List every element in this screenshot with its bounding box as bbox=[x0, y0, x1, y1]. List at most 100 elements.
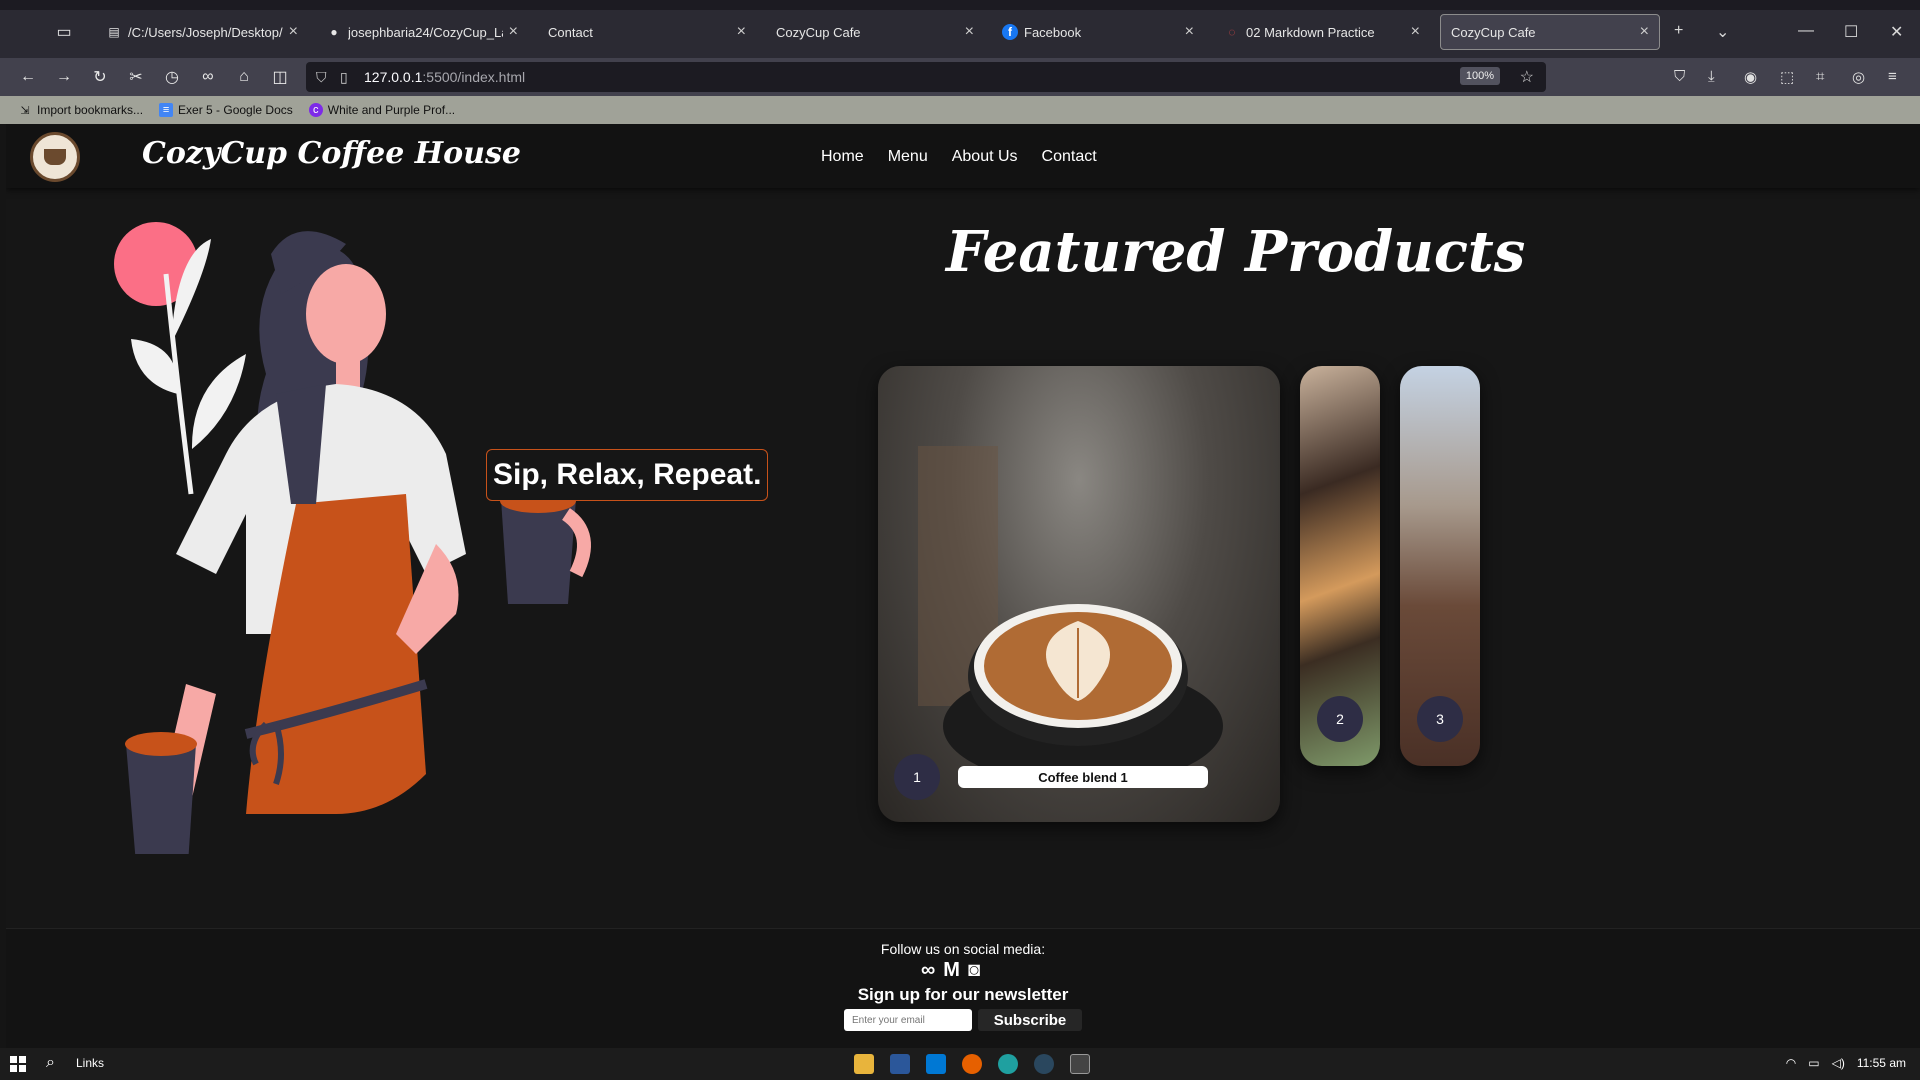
bookmark-docs[interactable]: ≡ Exer 5 - Google Docs bbox=[159, 103, 293, 117]
nav-about-us[interactable]: About Us bbox=[952, 148, 1018, 166]
card-number-badge: 3 bbox=[1417, 696, 1463, 742]
url-path: :5500/index.html bbox=[422, 69, 526, 85]
card-label: Coffee blend 1 bbox=[958, 766, 1208, 788]
tab-cozycup-active[interactable]: CozyCup Cafe × bbox=[1440, 14, 1660, 50]
tab-markdown[interactable]: ◌ 02 Markdown Practice × bbox=[1214, 14, 1430, 50]
menu-icon[interactable]: ≡ bbox=[1888, 68, 1897, 85]
shield-icon: ⛉ bbox=[316, 68, 327, 85]
close-icon[interactable]: × bbox=[1411, 23, 1420, 41]
barista-illustration bbox=[114, 222, 591, 854]
bookmark-star-icon[interactable]: ☆ bbox=[1520, 67, 1534, 87]
import-icon: ⇲ bbox=[20, 104, 30, 117]
meta-icon[interactable]: ∞ bbox=[921, 959, 935, 982]
tab-contact[interactable]: Contact × bbox=[538, 14, 756, 50]
page-icon: ▯ bbox=[340, 68, 348, 85]
close-icon[interactable]: × bbox=[509, 23, 518, 41]
vscode-icon[interactable] bbox=[926, 1054, 946, 1074]
clock[interactable]: 11:55 am bbox=[1857, 1056, 1906, 1070]
product-card-2[interactable]: 2 bbox=[1300, 366, 1380, 766]
card-number-badge: 1 bbox=[894, 754, 940, 800]
forward-icon[interactable]: → bbox=[46, 68, 82, 86]
bookmark-import[interactable]: ⇲ Import bookmarks... bbox=[18, 103, 143, 117]
nav-menu[interactable]: Menu bbox=[888, 148, 928, 166]
bookmark-canva[interactable]: c White and Purple Prof... bbox=[308, 103, 455, 117]
taskbar: ⌕ Links ◠ ▭ ◁) 11:55 am bbox=[0, 1048, 1920, 1080]
card-number-badge: 2 bbox=[1317, 696, 1363, 742]
site-logo[interactable] bbox=[30, 132, 80, 182]
featured-products-title: Featured Products bbox=[946, 219, 1526, 285]
download-icon[interactable]: ⤓ bbox=[1708, 68, 1715, 85]
maximize-icon[interactable]: ☐ bbox=[1844, 22, 1858, 42]
minimize-icon[interactable]: — bbox=[1798, 22, 1814, 40]
canva-icon: c bbox=[308, 103, 323, 117]
close-icon[interactable]: × bbox=[289, 23, 298, 41]
wifi-icon[interactable]: ◠ bbox=[1786, 1056, 1796, 1070]
close-icon[interactable]: × bbox=[737, 23, 746, 41]
newsletter-title: Sign up for our newsletter bbox=[857, 985, 1069, 1004]
word-icon[interactable] bbox=[890, 1054, 910, 1074]
email-field[interactable] bbox=[844, 1009, 972, 1031]
firefox-icon[interactable] bbox=[962, 1054, 982, 1074]
taskbar-search-label[interactable]: Links bbox=[76, 1056, 104, 1070]
browser-tab-bar: ▭ ▤ /C:/Users/Joseph/Desktop/%23 × ● jos… bbox=[0, 0, 1920, 58]
tab-overview-icon[interactable]: ▭ bbox=[44, 14, 84, 50]
follow-text: Follow us on social media: bbox=[880, 941, 1046, 957]
site-title: CozyCup Coffee House bbox=[142, 136, 521, 171]
product-card-1[interactable]: 1 Coffee blend 1 bbox=[878, 366, 1280, 822]
facebook-icon: f bbox=[1002, 24, 1018, 40]
tagline: Sip, Relax, Repeat. bbox=[486, 449, 769, 501]
browser-nav-bar: ← → ↻ ✂ ◷ ∞ ⌂ ◫ ⛉ ▯ 127.0.0.1:5500/index… bbox=[0, 58, 1920, 96]
color-picker-icon[interactable]: ◎ bbox=[1852, 68, 1865, 86]
reload-icon[interactable]: ↻ bbox=[82, 67, 118, 87]
back-icon[interactable]: ← bbox=[10, 68, 46, 86]
crop-icon[interactable]: ⌗ bbox=[1816, 68, 1824, 85]
volume-icon[interactable]: ◁) bbox=[1832, 1056, 1845, 1070]
account-icon[interactable]: ◉ bbox=[1744, 68, 1757, 86]
home-icon[interactable]: ⌂ bbox=[226, 68, 262, 86]
file-icon: ▤ bbox=[108, 25, 120, 39]
instagram-icon[interactable]: ◙ bbox=[968, 959, 980, 982]
screenshot-icon[interactable]: ✂ bbox=[118, 67, 154, 87]
history-icon[interactable]: ◷ bbox=[154, 67, 190, 87]
web-page: CozyCup Coffee House Home Menu About Us … bbox=[6, 124, 1920, 1048]
window-close-icon[interactable]: ✕ bbox=[1890, 22, 1903, 42]
site-nav: Home Menu About Us Contact bbox=[821, 148, 1097, 166]
coffee-cup-icon bbox=[44, 149, 66, 165]
nav-contact[interactable]: Contact bbox=[1042, 148, 1097, 166]
chevron-down-icon[interactable]: ⌄ bbox=[1716, 22, 1729, 42]
docs-icon: ≡ bbox=[159, 103, 174, 117]
social-links: ∞ M ◙ bbox=[921, 959, 980, 982]
tab-github[interactable]: ● josephbaria24/CozyCup_Lazart × bbox=[316, 14, 528, 50]
medium-icon[interactable]: M bbox=[943, 959, 960, 982]
system-tray: ◠ ▭ ◁) 11:55 am bbox=[1786, 1056, 1906, 1070]
edge-icon[interactable] bbox=[998, 1054, 1018, 1074]
latte-image bbox=[918, 446, 1223, 786]
tab-facebook[interactable]: f Facebook × bbox=[992, 14, 1204, 50]
private-mask-icon[interactable]: ∞ bbox=[190, 68, 226, 86]
windows-start-icon[interactable] bbox=[10, 1056, 26, 1072]
pocket-icon[interactable]: ⛉ bbox=[1674, 68, 1685, 85]
new-tab-icon[interactable]: + bbox=[1674, 22, 1683, 40]
extensions-icon[interactable]: ⬚ bbox=[1780, 68, 1794, 86]
close-icon[interactable]: × bbox=[1640, 23, 1649, 41]
battery-icon[interactable]: ▭ bbox=[1808, 1056, 1819, 1070]
subscribe-button[interactable]: Subscribe bbox=[978, 1009, 1082, 1031]
steam-icon[interactable] bbox=[1034, 1054, 1054, 1074]
search-icon[interactable]: ⌕ bbox=[46, 1054, 55, 1072]
zoom-level[interactable]: 100% bbox=[1459, 67, 1500, 85]
sidebar-icon[interactable]: ◫ bbox=[262, 67, 298, 87]
tab-cozycup-1[interactable]: CozyCup Cafe × bbox=[766, 14, 984, 50]
address-bar[interactable]: ⛉ ▯ 127.0.0.1:5500/index.html 100% ☆ bbox=[306, 62, 1546, 92]
file-explorer-icon[interactable] bbox=[854, 1054, 874, 1074]
bookmarks-bar: ⇲ Import bookmarks... ≡ Exer 5 - Google … bbox=[0, 96, 1920, 124]
product-card-3[interactable]: 3 bbox=[1400, 366, 1480, 766]
terminal-icon[interactable] bbox=[1070, 1054, 1090, 1074]
close-icon[interactable]: × bbox=[965, 23, 974, 41]
site-header: CozyCup Coffee House Home Menu About Us … bbox=[6, 124, 1920, 188]
nav-home[interactable]: Home bbox=[821, 148, 864, 166]
close-icon[interactable]: × bbox=[1185, 23, 1194, 41]
url-host: 127.0.0.1 bbox=[364, 69, 423, 85]
site-footer: Follow us on social media: ∞ M ◙ Sign up… bbox=[6, 928, 1920, 1048]
spinner-icon: ◌ bbox=[1228, 25, 1236, 39]
tab-file[interactable]: ▤ /C:/Users/Joseph/Desktop/%23 × bbox=[96, 14, 308, 50]
